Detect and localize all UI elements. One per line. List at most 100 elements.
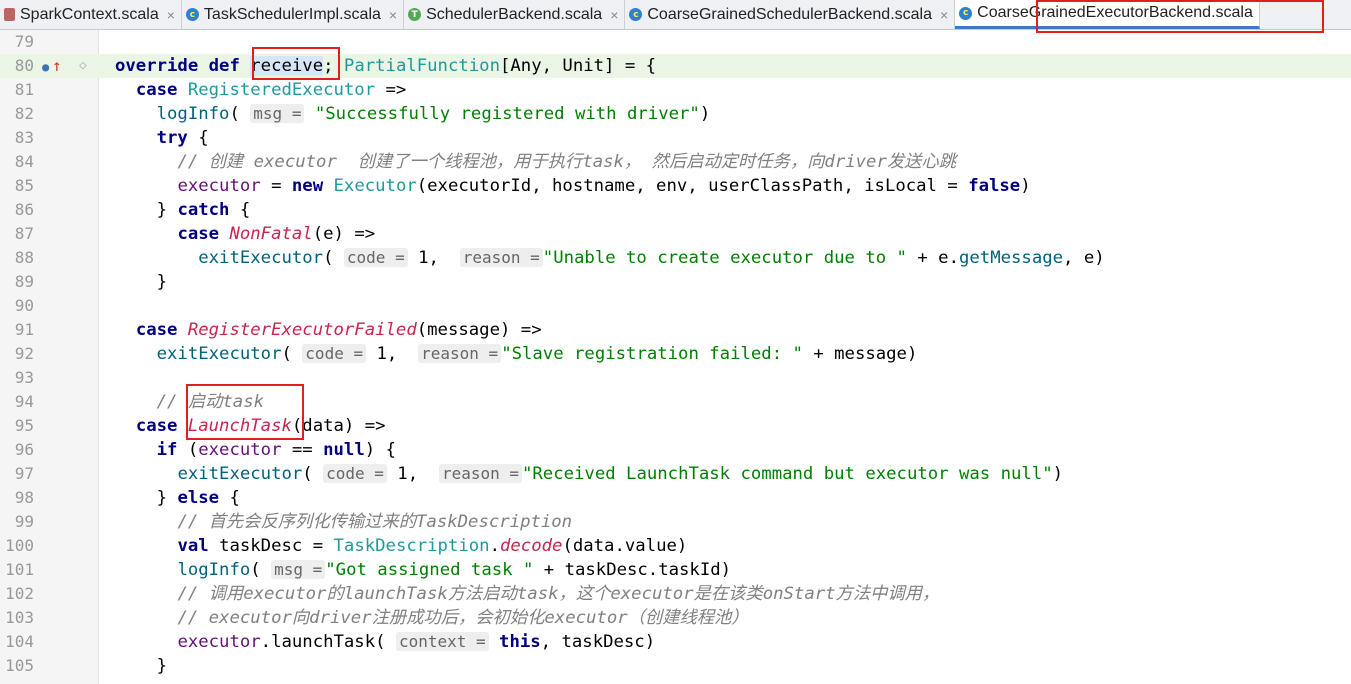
- override-icon[interactable]: ●: [42, 60, 49, 74]
- parameter-hint: code =: [343, 248, 408, 267]
- code-token: "Successfully registered with driver": [304, 104, 700, 124]
- line-number: 82: [14, 104, 34, 123]
- code-line[interactable]: 103 // executor向driver注册成功后，会初始化executor…: [0, 606, 1351, 630]
- code-line[interactable]: 101 logInfo( msg = "Got assigned task " +…: [0, 558, 1351, 582]
- up-arrow-icon[interactable]: ↑: [52, 56, 62, 75]
- parameter-hint: msg =: [271, 560, 326, 579]
- code-token: RegisterExecutorFailed: [187, 320, 417, 340]
- code-text: exitExecutor( code = 1, reason = "Receive…: [115, 462, 1063, 486]
- class-icon: c: [959, 6, 973, 20]
- code-text: if (executor == null) {: [115, 438, 396, 462]
- code-token: =: [260, 176, 292, 196]
- code-line[interactable]: 92 exitExecutor( code = 1, reason = "Slav…: [0, 342, 1351, 366]
- line-number: 87: [14, 224, 34, 243]
- code-line[interactable]: 87 case NonFatal(e) =>: [0, 222, 1351, 246]
- line-number: 86: [14, 200, 34, 219]
- code-line[interactable]: 91 case RegisterExecutorFailed(message) …: [0, 318, 1351, 342]
- line-number: 83: [14, 128, 34, 147]
- code-text: // 创建 executor 创建了一个线程池，用于执行task， 然后启动定时…: [115, 150, 956, 174]
- code-token: new: [291, 176, 334, 196]
- tab-2[interactable]: T SchedulerBackend.scala ×: [404, 0, 626, 29]
- code-token: , e): [1063, 248, 1105, 268]
- bookmark-icon[interactable]: ◇: [79, 58, 87, 73]
- code-text: logInfo( msg = "Got assigned task " + tas…: [115, 558, 731, 582]
- code-line[interactable]: 82 logInfo( msg = "Successfully register…: [0, 102, 1351, 126]
- close-icon[interactable]: ×: [940, 7, 948, 23]
- code-token: {: [229, 200, 251, 220]
- class-icon: c: [185, 8, 199, 21]
- code-token: case: [135, 416, 188, 436]
- code-token: "Slave registration failed: ": [501, 344, 803, 364]
- code-line[interactable]: 84 // 创建 executor 创建了一个线程池，用于执行task， 然后启…: [0, 150, 1351, 174]
- code-token: (: [281, 344, 303, 364]
- code-token: ): [699, 104, 711, 124]
- code-text: executor.launchTask( context = this, tas…: [115, 630, 655, 654]
- line-number: 101: [5, 560, 34, 579]
- code-line[interactable]: 79: [0, 30, 1351, 54]
- tab-0[interactable]: SparkContext.scala ×: [0, 0, 182, 29]
- code-text: // 首先会反序列化传输过来的TaskDescription: [115, 510, 572, 534]
- line-number: 89: [14, 272, 34, 291]
- line-number: 91: [14, 320, 34, 339]
- code-line[interactable]: 104 executor.launchTask( context = this,…: [0, 630, 1351, 654]
- code-line[interactable]: 97 exitExecutor( code = 1, reason = "Rece…: [0, 462, 1351, 486]
- close-icon[interactable]: ×: [389, 7, 397, 23]
- code-token: // 调用executor的launchTask方法启动task，这个execu…: [177, 584, 940, 604]
- code-line[interactable]: 100 val taskDesc = TaskDescription.decod…: [0, 534, 1351, 558]
- line-number: 104: [5, 632, 34, 651]
- code-line[interactable]: 99 // 首先会反序列化传输过来的TaskDescription: [0, 510, 1351, 534]
- code-token: case: [177, 224, 230, 244]
- code-line[interactable]: 98 } else {: [0, 486, 1351, 510]
- code-text: } catch {: [115, 198, 251, 222]
- code-token: override def: [115, 56, 251, 76]
- close-icon[interactable]: ×: [610, 7, 618, 23]
- trait-icon: T: [408, 8, 422, 21]
- line-number: 105: [5, 656, 34, 675]
- code-line[interactable]: 96 if (executor == null) {: [0, 438, 1351, 462]
- code-token: exitExecutor: [156, 344, 282, 364]
- code-token: val: [177, 536, 220, 556]
- code-text: exitExecutor( code = 1, reason = "Unable …: [115, 246, 1105, 270]
- code-line[interactable]: 83 try {: [0, 126, 1351, 150]
- tab-1[interactable]: c TaskSchedulerImpl.scala ×: [182, 0, 405, 29]
- tab-label: CoarseGrainedSchedulerBackend.scala: [647, 5, 932, 23]
- code-token: decode: [500, 536, 563, 556]
- line-number: 84: [14, 152, 34, 171]
- code-line[interactable]: 80 override def receive; PartialFunction[…: [0, 54, 1351, 78]
- line-number: 97: [14, 464, 34, 483]
- code-token: logInfo: [177, 560, 251, 580]
- parameter-hint: code =: [302, 344, 367, 363]
- code-line[interactable]: 90: [0, 294, 1351, 318]
- code-token: "Received LaunchTask command but executo…: [522, 464, 1053, 484]
- code-text: try {: [115, 126, 209, 150]
- annotation-box-receive: [252, 47, 340, 80]
- code-token: }: [115, 656, 168, 676]
- code-line[interactable]: 81 case RegisteredExecutor =>: [0, 78, 1351, 102]
- line-number: 98: [14, 488, 34, 507]
- code-token: exitExecutor: [198, 248, 324, 268]
- code-line[interactable]: 102 // 调用executor的launchTask方法启动task，这个e…: [0, 582, 1351, 606]
- line-number: 85: [14, 176, 34, 195]
- code-line[interactable]: 105 }: [0, 654, 1351, 678]
- code-token: (: [302, 464, 324, 484]
- close-icon[interactable]: ×: [167, 7, 175, 23]
- code-token: , taskDesc): [540, 632, 656, 652]
- line-number: 81: [14, 80, 34, 99]
- line-number: 100: [5, 536, 34, 555]
- code-line[interactable]: 89 }: [0, 270, 1351, 294]
- code-token: executor: [198, 440, 282, 460]
- code-line[interactable]: 85 executor = new Executor(executorId, h…: [0, 174, 1351, 198]
- code-line[interactable]: 88 exitExecutor( code = 1, reason = "Unab…: [0, 246, 1351, 270]
- code-token: (message) =>: [416, 320, 542, 340]
- line-number: 103: [5, 608, 34, 627]
- tab-3[interactable]: c CoarseGrainedSchedulerBackend.scala ×: [625, 0, 956, 29]
- code-line[interactable]: 86 } catch {: [0, 198, 1351, 222]
